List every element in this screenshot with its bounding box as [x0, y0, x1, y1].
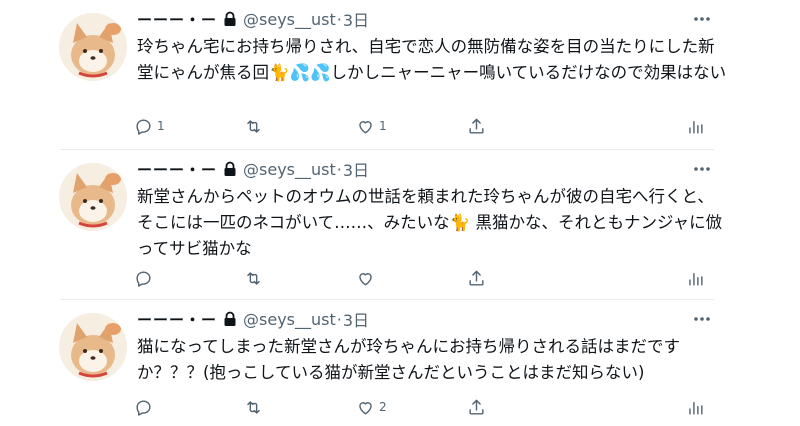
tweet-feed: ーーー・ー @seys__ust · 3日 玲ちゃん宅にお持ち帰りされ、自宅で恋… — [0, 0, 800, 426]
avatar[interactable] — [59, 13, 127, 81]
lock-icon — [223, 161, 237, 177]
shiba-dog-avatar-icon — [59, 13, 127, 81]
analytics-button[interactable] — [686, 115, 705, 137]
separator-dot: · — [336, 309, 342, 329]
tweet-text: 玲ちゃん宅にお持ち帰りされ、自宅で恋人の無防備な姿を目の当たりにした新堂にゃんが… — [137, 37, 727, 82]
display-name[interactable]: ーーー・ー — [137, 9, 217, 30]
analytics-icon — [689, 272, 703, 286]
share-icon — [469, 399, 484, 415]
lock-icon — [223, 11, 237, 27]
tweet[interactable]: ーーー・ー @seys__ust · 3日 玲ちゃん宅にお持ち帰りされ、自宅で恋… — [0, 0, 800, 150]
reply-icon — [136, 270, 151, 287]
tweet-header: ーーー・ー @seys__ust · 3日 — [137, 307, 369, 331]
reply-icon — [136, 118, 151, 135]
more-icon[interactable] — [692, 314, 712, 324]
reply-button[interactable] — [134, 267, 157, 289]
tweet-text: 新堂さんからペットのオウムの世話を頼まれた玲ちゃんが彼の自宅へ行くと、そこには一… — [137, 187, 723, 258]
tweet-actions — [134, 267, 714, 289]
reply-button[interactable] — [134, 396, 157, 418]
reply-button[interactable]: 1 — [134, 115, 165, 137]
user-handle[interactable]: @seys__ust — [243, 160, 336, 179]
heart-icon — [359, 120, 372, 134]
share-icon — [469, 118, 484, 134]
more-icon[interactable] — [692, 14, 712, 24]
share-button[interactable] — [467, 396, 486, 418]
shiba-dog-avatar-icon — [59, 313, 127, 381]
tweet-header: ーーー・ー @seys__ust · 3日 — [137, 7, 369, 31]
display-name[interactable]: ーーー・ー — [137, 309, 217, 330]
retweet-icon — [247, 271, 260, 285]
avatar[interactable] — [59, 313, 127, 381]
timestamp[interactable]: 3日 — [343, 7, 369, 31]
share-button[interactable] — [467, 267, 486, 289]
analytics-button[interactable] — [686, 267, 705, 289]
reply-icon — [136, 399, 151, 416]
lock-icon — [223, 311, 237, 327]
separator-dot: · — [336, 159, 342, 179]
like-button[interactable] — [356, 267, 379, 289]
heart-icon — [359, 401, 372, 415]
tweet-header: ーーー・ー @seys__ust · 3日 — [137, 157, 369, 181]
more-icon[interactable] — [692, 164, 712, 174]
analytics-button[interactable] — [686, 396, 705, 418]
like-button[interactable]: 1 — [356, 115, 387, 137]
user-handle[interactable]: @seys__ust — [243, 10, 336, 29]
retweet-button[interactable] — [244, 267, 267, 289]
share-icon — [469, 270, 484, 286]
share-button[interactable] — [467, 115, 486, 137]
reply-count: 1 — [157, 119, 165, 133]
timestamp[interactable]: 3日 — [343, 307, 369, 331]
timestamp[interactable]: 3日 — [343, 157, 369, 181]
like-count: 2 — [379, 400, 387, 414]
analytics-icon — [689, 401, 703, 415]
like-button[interactable]: 2 — [356, 396, 387, 418]
tweet-actions: 2 — [134, 396, 714, 418]
avatar[interactable] — [59, 163, 127, 231]
display-name[interactable]: ーーー・ー — [137, 159, 217, 180]
shiba-dog-avatar-icon — [59, 163, 127, 231]
tweet-actions: 1 1 — [134, 115, 714, 137]
tweet[interactable]: ーーー・ー @seys__ust · 3日 新堂さんからペットのオウムの世話を頼… — [0, 150, 800, 300]
retweet-icon — [247, 119, 260, 133]
retweet-button[interactable] — [244, 115, 267, 137]
user-handle[interactable]: @seys__ust — [243, 310, 336, 329]
tweet[interactable]: ーーー・ー @seys__ust · 3日 猫になってしまった新堂さんが玲ちゃん… — [0, 300, 800, 426]
tweet-text: 猫になってしまった新堂さんが玲ちゃんにお持ち帰りされる話はまだですか？？？(抱っ… — [137, 337, 681, 382]
like-count: 1 — [379, 119, 387, 133]
heart-icon — [359, 272, 372, 286]
retweet-button[interactable] — [244, 396, 267, 418]
analytics-icon — [689, 120, 703, 134]
retweet-icon — [247, 400, 260, 414]
separator-dot: · — [336, 9, 342, 29]
